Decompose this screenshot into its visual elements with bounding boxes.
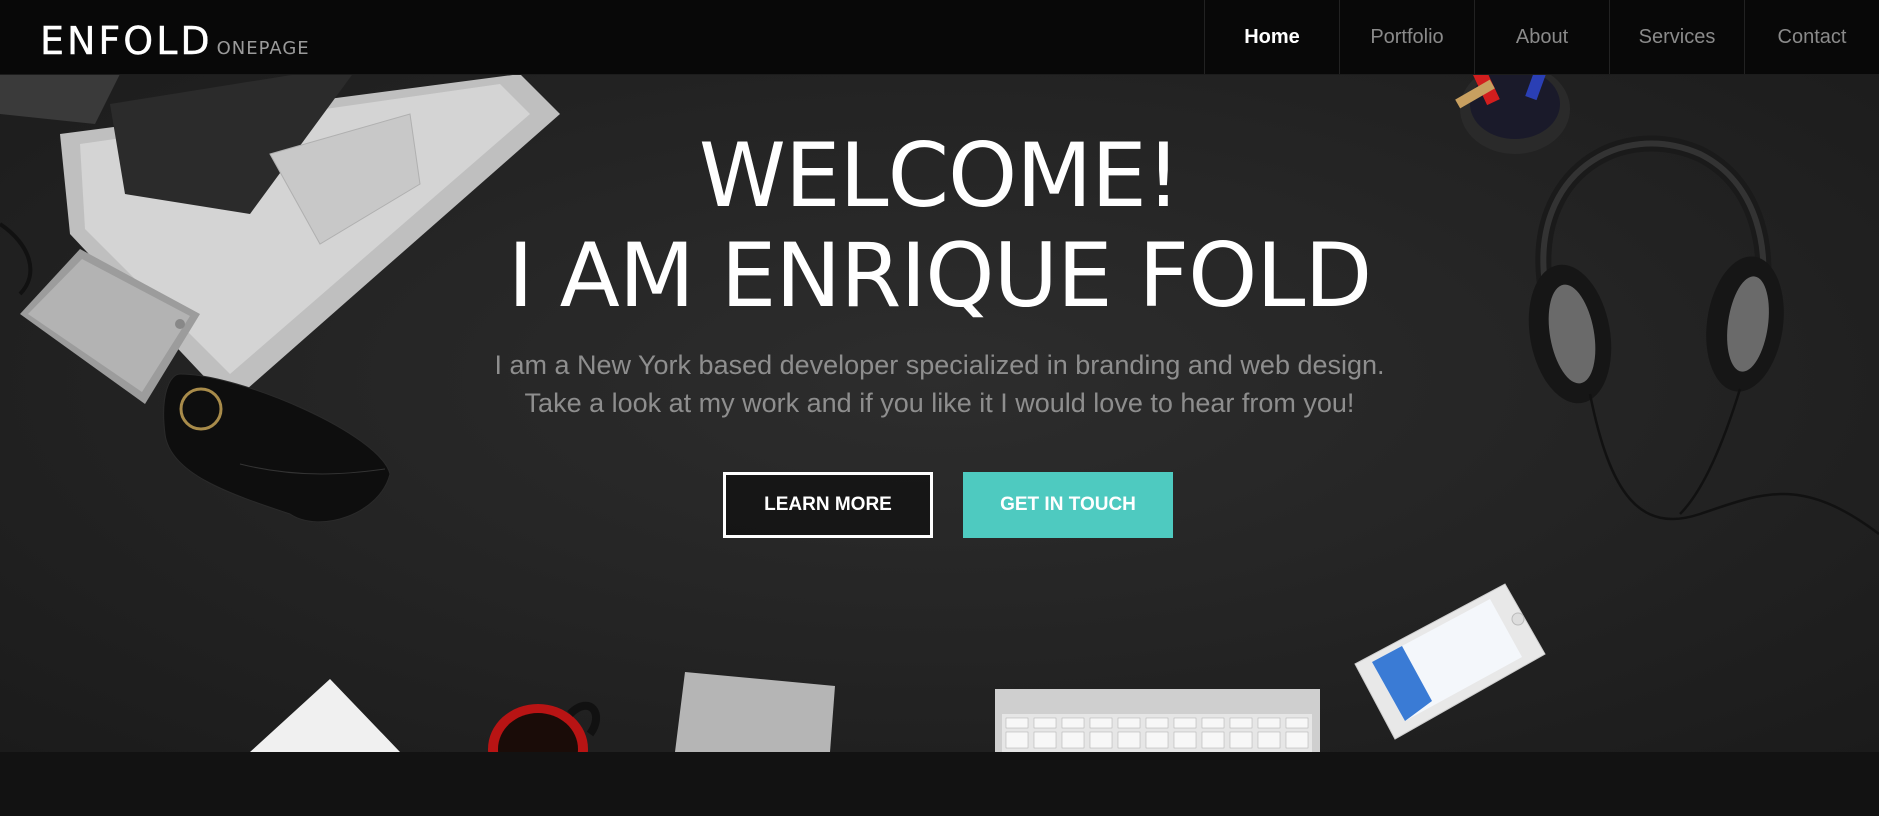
smartphone-icon bbox=[1354, 583, 1546, 740]
keyboard-icon bbox=[995, 689, 1320, 752]
nav-item-about[interactable]: About bbox=[1474, 0, 1609, 74]
coffee-mug-icon bbox=[488, 701, 600, 752]
learn-more-button[interactable]: LEARN MORE bbox=[723, 472, 933, 538]
hero-title-line2: I AM ENRIQUE FOLD bbox=[507, 224, 1372, 327]
hero-subtitle-line1: I am a New York based developer speciali… bbox=[494, 350, 1385, 380]
site-header: ENFOLD ONEPAGE Home Portfolio About Serv… bbox=[0, 0, 1879, 75]
hero-title-line1: WELCOME! bbox=[698, 124, 1181, 227]
trackpad-icon bbox=[675, 672, 835, 752]
section-divider bbox=[0, 752, 1879, 816]
main-nav: Home Portfolio About Services Contact bbox=[1204, 0, 1879, 74]
nav-item-home[interactable]: Home bbox=[1204, 0, 1339, 74]
logo-main-text: ENFOLD bbox=[40, 19, 213, 63]
logo-sub-text: ONEPAGE bbox=[216, 38, 310, 59]
hero-subtitle-line2: Take a look at my work and if you like i… bbox=[524, 388, 1355, 418]
logo[interactable]: ENFOLD ONEPAGE bbox=[40, 14, 310, 60]
get-in-touch-button[interactable]: GET IN TOUCH bbox=[963, 472, 1173, 538]
nav-item-portfolio[interactable]: Portfolio bbox=[1339, 0, 1474, 74]
hero-section: WELCOME! I AM ENRIQUE FOLD I am a New Yo… bbox=[0, 74, 1879, 752]
notepad-icon bbox=[250, 679, 400, 752]
nav-item-services[interactable]: Services bbox=[1609, 0, 1744, 74]
nav-item-contact[interactable]: Contact bbox=[1744, 0, 1879, 74]
